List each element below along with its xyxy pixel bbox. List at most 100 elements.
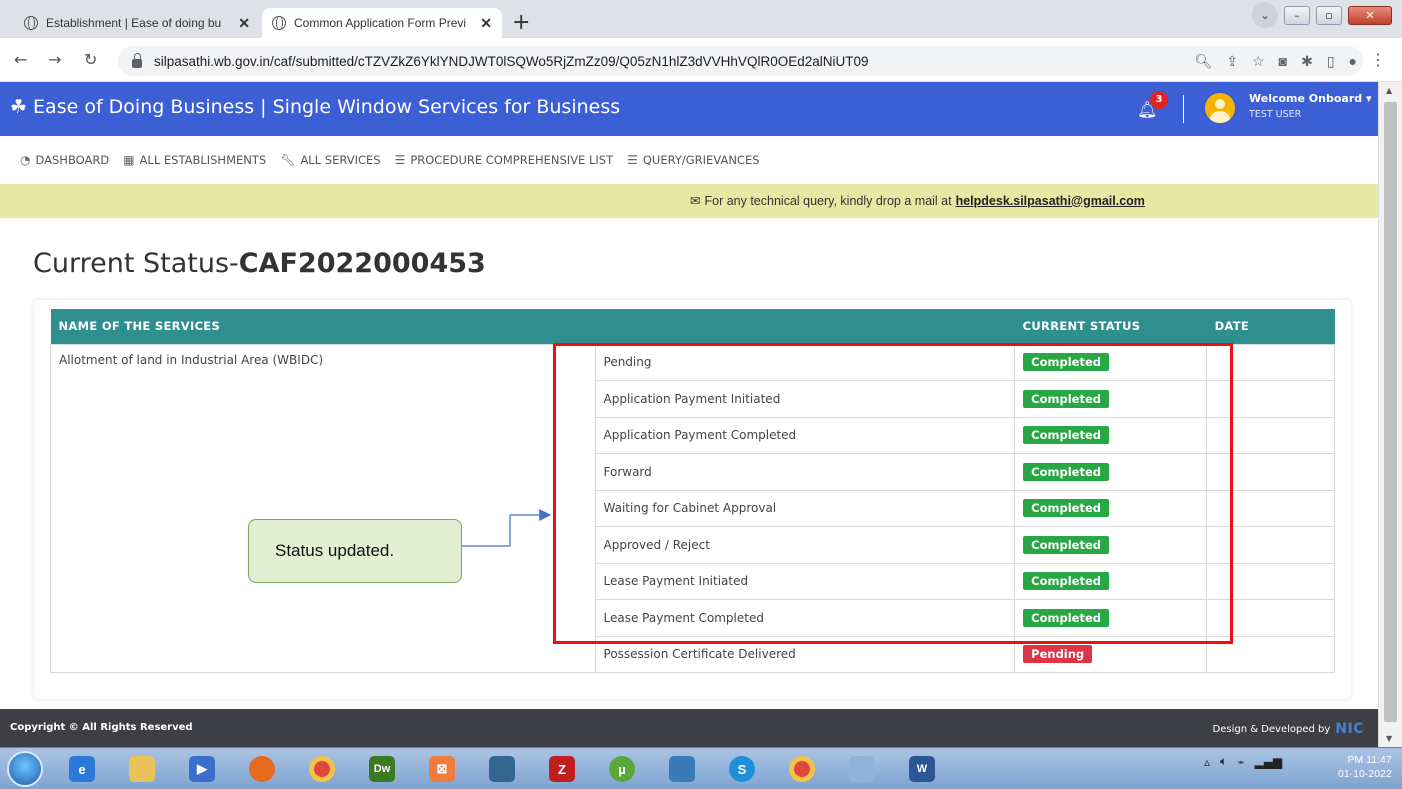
page-title-prefix: Current Status- <box>33 248 239 279</box>
start-button[interactable] <box>7 751 43 787</box>
nav-procedure-list[interactable]: ☰ PROCEDURE COMPREHENSIVE LIST <box>395 153 614 167</box>
postgres-icon[interactable] <box>476 751 528 787</box>
browser-tab-strip: Establishment | Ease of doing bu ✕ Commo… <box>0 0 1402 38</box>
system-clock[interactable]: PM 11:47 01-10-2022 <box>1338 753 1392 781</box>
camera-icon[interactable]: ◙ <box>1279 53 1287 69</box>
status-badge: Completed <box>1023 426 1109 445</box>
zoom-icon[interactable]: 🔍︎ <box>1195 53 1213 70</box>
firefox-icon[interactable] <box>236 751 288 787</box>
date-cell <box>1206 526 1335 564</box>
nav-label: PROCEDURE COMPREHENSIVE LIST <box>410 153 614 167</box>
extensions-puzzle-icon[interactable]: ✱ <box>1301 53 1313 70</box>
internet-explorer-icon[interactable]: e <box>56 751 108 787</box>
stage-cell: Lease Payment Initiated <box>594 562 1016 600</box>
address-toolbar: ← → ↻ silpasathi.wb.gov.in/caf/submitted… <box>0 38 1402 82</box>
welcome-menu[interactable]: Welcome Onboard ▾ <box>1249 92 1372 105</box>
browser-tab-caf-preview[interactable]: Common Application Form Previ ✕ <box>262 8 502 38</box>
user-name: TEST USER <box>1249 109 1302 120</box>
stage-cell: Possession Certificate Delivered <box>594 635 1016 673</box>
chrome-icon[interactable] <box>776 751 828 787</box>
column-header: CURRENT STATUS <box>1014 309 1207 344</box>
annotation-callout: Status updated. <box>248 519 462 583</box>
notes-icon[interactable] <box>836 751 888 787</box>
date-cell <box>1206 416 1335 454</box>
close-window-button[interactable]: ✕ <box>1348 5 1392 25</box>
side-panel-icon[interactable]: ▯ <box>1327 53 1335 70</box>
date-cell <box>1206 453 1335 491</box>
forward-arrow-icon[interactable]: → <box>48 50 61 69</box>
status-table: NAME OF THE SERVICES CURRENT STATUS DATE… <box>50 309 1335 673</box>
file-explorer-icon[interactable] <box>116 751 168 787</box>
power-icon[interactable]: ⌁ <box>1237 755 1244 769</box>
media-player-icon[interactable]: ▶ <box>176 751 228 787</box>
os-taskbar: e ▶ Dw ⊠ Z µ S W ▵ 🔈︎ ⌁ ▂▄▆ PM 11:47 01-… <box>0 747 1402 789</box>
word-icon[interactable]: W <box>896 751 948 787</box>
notice-bar: ✉ For any technical query, kindly drop a… <box>0 184 1378 218</box>
status-badge: Pending <box>1023 645 1093 664</box>
close-tab-icon[interactable]: ✕ <box>480 15 492 32</box>
status-cell: Completed <box>1014 343 1208 381</box>
share-icon[interactable]: ⇪ <box>1226 53 1238 70</box>
column-header: DATE <box>1206 309 1335 344</box>
maximize-button[interactable]: ▫ <box>1316 5 1342 25</box>
back-arrow-icon[interactable]: ← <box>14 50 27 69</box>
xampp-icon[interactable]: ⊠ <box>416 751 468 787</box>
minimize-button[interactable]: – <box>1284 5 1310 25</box>
stage-cell: Pending <box>594 343 1016 381</box>
designed-by-text: Design & Developed by <box>1212 723 1331 735</box>
date-cell <box>1206 380 1335 418</box>
browser-tab-establishment[interactable]: Establishment | Ease of doing bu ✕ <box>14 8 260 38</box>
date-cell <box>1206 599 1335 637</box>
tab-search-chevron-icon[interactable]: ⌄ <box>1252 2 1278 28</box>
network-signal-icon[interactable]: ▂▄▆ <box>1254 755 1282 769</box>
status-cell: Pending <box>1014 635 1208 673</box>
nav-dashboard[interactable]: ◔ DASHBOARD <box>20 153 109 167</box>
kebab-menu-icon[interactable]: ⋮ <box>1370 50 1386 69</box>
reload-icon[interactable]: ↻ <box>84 50 97 69</box>
filezilla-icon[interactable]: Z <box>536 751 588 787</box>
copyright-text: Copyright © All Rights Reserved <box>10 722 193 733</box>
skype-icon[interactable]: S <box>716 751 768 787</box>
caret-down-icon: ▾ <box>1365 92 1372 105</box>
service-name-cell: Allotment of land in Industrial Area (WB… <box>50 343 596 673</box>
url-field[interactable]: silpasathi.wb.gov.in/caf/submitted/cTZVZ… <box>118 46 1363 76</box>
tab-title: Establishment | Ease of doing bu <box>46 16 222 30</box>
new-tab-button[interactable]: + <box>512 10 530 35</box>
page-scrollbar[interactable]: ▲ ▼ <box>1378 82 1402 747</box>
clock-time: PM 11:47 <box>1347 754 1392 766</box>
scroll-up-icon[interactable]: ▲ <box>1386 86 1392 95</box>
nic-logo: NIC <box>1335 721 1364 737</box>
chrome-icon[interactable] <box>296 751 348 787</box>
lock-icon <box>132 52 142 68</box>
python-icon[interactable] <box>656 751 708 787</box>
nav-query-grievances[interactable]: ☰ QUERY/GRIEVANCES <box>627 153 759 167</box>
nav-all-services[interactable]: 🔧︎ ALL SERVICES <box>280 153 380 167</box>
wrench-icon: 🔧︎ <box>280 153 296 167</box>
nav-label: ALL ESTABLISHMENTS <box>139 153 267 167</box>
profile-icon[interactable]: ● <box>1349 53 1357 69</box>
dreamweaver-icon[interactable]: Dw <box>356 751 408 787</box>
building-icon: ▦ <box>123 153 135 167</box>
nav-label: QUERY/GRIEVANCES <box>642 153 760 167</box>
system-tray: ▵ 🔈︎ ⌁ ▂▄▆ <box>1204 754 1282 769</box>
scroll-down-icon[interactable]: ▼ <box>1386 734 1392 743</box>
nav-label: DASHBOARD <box>35 153 110 167</box>
status-cell: Completed <box>1014 380 1208 418</box>
table-header-row: NAME OF THE SERVICES CURRENT STATUS DATE <box>50 309 1335 344</box>
volume-icon[interactable]: 🔈︎ <box>1220 754 1227 769</box>
helpdesk-email-link[interactable]: helpdesk.silpasathi@gmail.com <box>956 194 1145 208</box>
date-cell <box>1206 343 1335 381</box>
stage-cell: Application Payment Initiated <box>594 380 1016 418</box>
avatar[interactable] <box>1205 93 1235 123</box>
stage-cell: Waiting for Cabinet Approval <box>594 489 1016 527</box>
utorrent-icon[interactable]: µ <box>596 751 648 787</box>
scroll-thumb[interactable] <box>1384 102 1397 722</box>
close-tab-icon[interactable]: ✕ <box>238 15 250 32</box>
tray-arrow-icon[interactable]: ▵ <box>1204 755 1210 769</box>
site-title[interactable]: ☘︎ Ease of Doing Business | Single Windo… <box>10 96 620 118</box>
globe-icon <box>24 15 38 30</box>
nav-all-establishments[interactable]: ▦ ALL ESTABLISHMENTS <box>123 153 266 167</box>
site-footer: Copyright © All Rights Reserved Design &… <box>0 709 1378 747</box>
date-cell <box>1206 635 1335 673</box>
bookmark-star-icon[interactable]: ☆ <box>1252 53 1265 70</box>
